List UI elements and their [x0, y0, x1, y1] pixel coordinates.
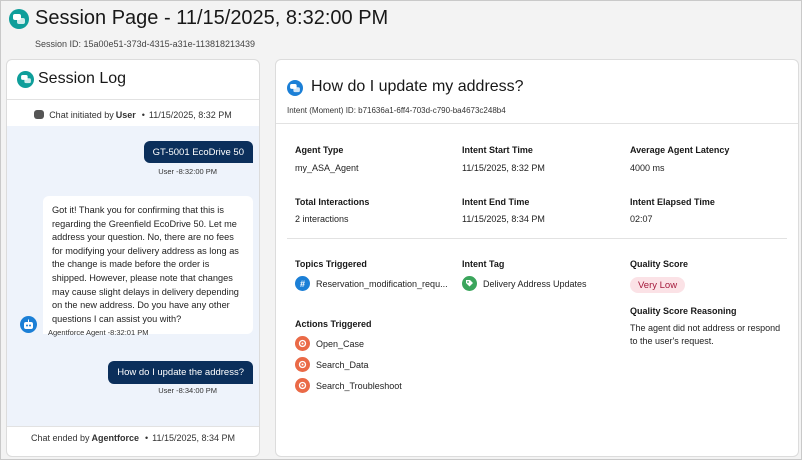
initiated-by: User	[115, 109, 136, 120]
agent-type-value: my_ASA_Agent	[295, 163, 359, 173]
divider	[7, 99, 259, 100]
ended-time: 11/15/2025, 8:34 PM	[152, 432, 236, 443]
session-log-title: Session Log	[38, 70, 127, 87]
page-title: Session Page - 11/15/2025, 8:32:00 PM	[35, 7, 389, 29]
separator-dot: •	[145, 432, 149, 443]
action-item[interactable]: Search_Data	[295, 357, 369, 372]
elapsed-value: 02:07	[630, 214, 653, 224]
chat-transcript[interactable]: GT-5001 EcoDrive 50 User -8:32:00 PM Got…	[7, 126, 259, 426]
topic-item[interactable]: # Reservation_modification_requ...	[295, 276, 448, 291]
intent-end-value: 11/15/2025, 8:34 PM	[462, 214, 545, 224]
message-meta: User -8:32:00 PM	[158, 167, 217, 176]
message-meta: User -8:34:00 PM	[158, 386, 217, 395]
intent-end-label: Intent End Time	[462, 197, 530, 207]
latency-value: 4000 ms	[630, 163, 665, 173]
quality-reasoning-label: Quality Score Reasoning	[630, 306, 737, 316]
intent-panel: How do I update my address? Intent (Mome…	[275, 59, 799, 457]
action-label: Search_Troubleshoot	[316, 380, 402, 391]
intent-tag-label: Intent Tag	[462, 259, 505, 269]
interactions-label: Total Interactions	[295, 197, 370, 207]
intent-tag-value: Delivery Address Updates	[483, 278, 587, 289]
action-icon	[295, 357, 310, 372]
divider	[276, 123, 798, 124]
session-log-panel: Session Log Chat initiated by User • 11/…	[6, 59, 260, 457]
intent-start-value: 11/15/2025, 8:32 PM	[462, 163, 545, 173]
chat-bubbles-icon	[17, 71, 34, 88]
chat-initiated-row: Chat initiated by User • 11/15/2025, 8:3…	[7, 104, 259, 125]
action-icon	[295, 336, 310, 351]
divider	[287, 238, 787, 239]
user-message: GT-5001 EcoDrive 50	[143, 141, 253, 163]
initiated-time: 11/15/2025, 8:32 PM	[148, 109, 232, 120]
intent-tag: Delivery Address Updates	[462, 276, 587, 291]
message-meta: Agentforce Agent -8:32:01 PM	[48, 328, 149, 337]
action-label: Search_Data	[316, 359, 369, 370]
quality-score-badge: Very Low	[630, 277, 686, 293]
chat-ended-row: Chat ended by Agentforce • 11/15/2025, 8…	[7, 427, 259, 448]
elapsed-label: Intent Elapsed Time	[630, 197, 715, 207]
latency-label: Average Agent Latency	[630, 145, 730, 155]
intent-start-label: Intent Start Time	[462, 145, 533, 155]
interactions-value: 2 interactions	[295, 214, 349, 224]
page-header: Session Page - 11/15/2025, 8:32:00 PM Se…	[9, 7, 793, 55]
chat-bubbles-icon	[287, 80, 303, 96]
chat-bubbles-icon	[9, 9, 29, 29]
topics-label: Topics Triggered	[295, 259, 367, 269]
ended-by: Agentforce	[91, 432, 139, 443]
action-icon	[295, 378, 310, 393]
intent-title: How do I update my address?	[311, 78, 524, 95]
ended-prefix: Chat ended by	[30, 432, 90, 443]
intent-id: Intent (Moment) ID: b71636a1-6ff4-703d-c…	[287, 106, 506, 115]
agent-message: Got it! Thank you for confirming that th…	[43, 196, 253, 335]
action-item[interactable]: Search_Troubleshoot	[295, 378, 402, 393]
action-item[interactable]: Open_Case	[295, 336, 364, 351]
initiated-prefix: Chat initiated by	[49, 109, 114, 120]
hash-icon: #	[295, 276, 310, 291]
user-message: How do I update the address?	[108, 361, 253, 384]
separator-dot: •	[141, 109, 145, 120]
quality-reasoning-text: The agent did not address or respond to …	[630, 323, 781, 346]
action-label: Open_Case	[316, 338, 365, 349]
chat-icon	[34, 110, 45, 119]
agent-type-label: Agent Type	[295, 145, 344, 155]
quality-score-label: Quality Score	[630, 259, 689, 269]
tag-icon	[462, 276, 477, 291]
session-id: Session ID: 15a00e51-373d-4315-a31e-1138…	[35, 39, 256, 49]
agent-avatar-icon	[20, 316, 37, 333]
topic-label: Reservation_modification_requ...	[316, 278, 448, 289]
actions-label: Actions Triggered	[295, 319, 372, 329]
